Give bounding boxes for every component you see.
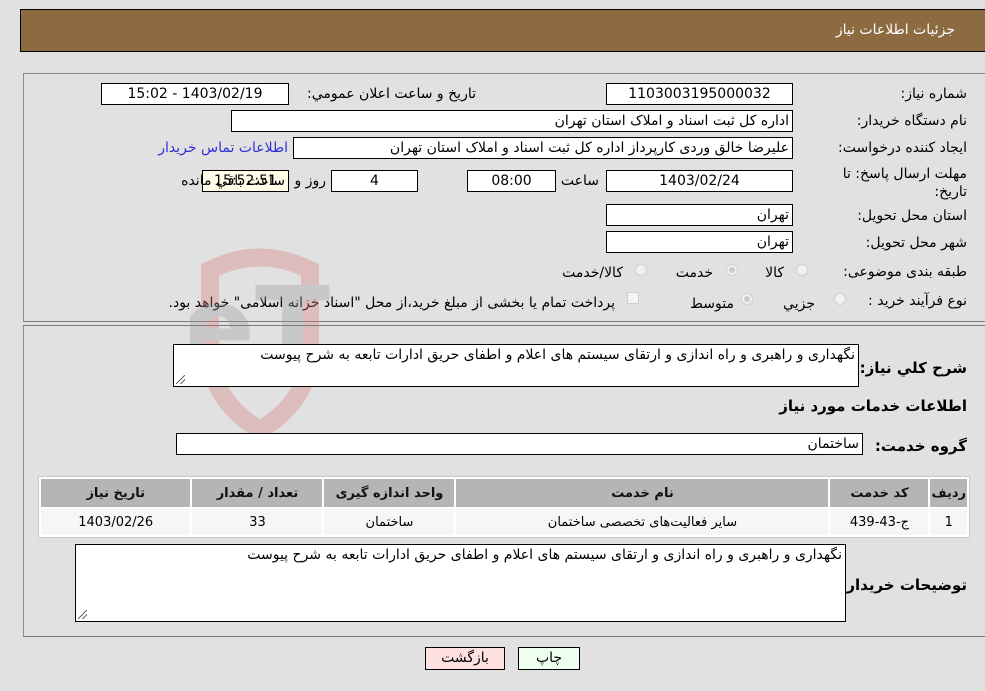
col-header-quantity: تعداد / مقدار	[192, 479, 323, 507]
need-number-field[interactable]: 1103003195000032	[606, 83, 793, 105]
remaining-label: ساعت باقي مانده	[181, 173, 285, 189]
services-table: ردیف کد خدمت نام خدمت واحد اندازه گیری ت…	[38, 476, 970, 538]
col-header-service-name: نام خدمت	[456, 479, 829, 507]
col-header-row-number: ردیف	[930, 479, 967, 507]
buyer-org-label: نام دستگاه خریدار:	[856, 113, 967, 129]
deadline-label: مهلت ارسال پاسخ: تا تاریخ:	[842, 166, 967, 200]
creator-field[interactable]: علیرضا خالق وردی کارپرداز اداره کل ثبت ا…	[293, 137, 793, 159]
print-button[interactable]: چاپ	[518, 647, 580, 670]
category-radio-goods[interactable]	[796, 264, 808, 276]
col-header-unit: واحد اندازه گیری	[324, 479, 455, 507]
services-heading: اطلاعات خدمات مورد نیاز	[779, 397, 967, 415]
city-field[interactable]: تهران	[606, 231, 793, 253]
page-title: جزئیات اطلاعات نیاز	[835, 22, 955, 38]
table-row: 1 ج-43-439 سایر فعالیت‌های تخصصی ساختمان…	[41, 509, 967, 535]
cell-need-date: 1403/02/26	[41, 509, 191, 535]
days-label: روز و	[294, 173, 327, 189]
deadline-time-field[interactable]: 08:00	[467, 170, 556, 192]
page-header: جزئیات اطلاعات نیاز	[20, 9, 985, 52]
province-field[interactable]: تهران	[606, 204, 793, 226]
buyer-notes-textarea[interactable]: نگهداری و راهبری و راه اندازی و ارتقای س…	[75, 544, 846, 622]
service-group-label: گروه خدمت:	[874, 437, 967, 455]
cell-quantity: 33	[192, 509, 323, 535]
creator-label: ایجاد کننده درخواست:	[838, 140, 967, 156]
col-header-service-code: کد خدمت	[830, 479, 929, 507]
category-label: طبقه بندی موضوعی:	[843, 264, 967, 280]
treasury-note: پرداخت تمام یا بخشی از مبلغ خرید،از محل …	[168, 295, 615, 311]
category-radio-goods-service[interactable]	[635, 264, 647, 276]
summary-label: شرح کلي نیاز:	[859, 359, 967, 377]
category-option-goods: کالا	[765, 265, 784, 281]
category-radio-service[interactable]	[726, 264, 738, 276]
table-header-row: ردیف کد خدمت نام خدمت واحد اندازه گیری ت…	[41, 479, 967, 507]
city-label: شهر محل تحویل:	[865, 235, 967, 251]
days-remaining-field[interactable]: 4	[331, 170, 418, 192]
category-option-goods-service: کالا/خدمت	[562, 265, 623, 281]
deadline-time-label: ساعت	[560, 173, 599, 189]
summary-textarea[interactable]: نگهداری و راهبری و راه اندازی و ارتقای س…	[173, 344, 859, 387]
treasury-checkbox[interactable]	[627, 292, 639, 304]
summary-text: نگهداری و راهبری و راه اندازی و ارتقای س…	[260, 347, 855, 363]
resize-grip-icon[interactable]	[176, 375, 185, 384]
province-label: استان محل تحویل:	[857, 208, 967, 224]
cell-row-number: 1	[930, 509, 967, 535]
service-group-field[interactable]: ساختمان	[176, 433, 863, 455]
buyer-notes-text: نگهداری و راهبری و راه اندازی و ارتقای س…	[247, 547, 842, 563]
process-radio-minor[interactable]	[834, 293, 846, 305]
col-header-need-date: تاریخ نیاز	[41, 479, 191, 507]
cell-service-code: ج-43-439	[830, 509, 929, 535]
cell-service-name: سایر فعالیت‌های تخصصی ساختمان	[456, 509, 829, 535]
announce-field[interactable]: 1403/02/19 - 15:02	[101, 83, 289, 105]
back-button[interactable]: بازگشت	[425, 647, 505, 670]
process-radio-medium[interactable]	[741, 293, 753, 305]
deadline-date-field[interactable]: 1403/02/24	[606, 170, 793, 192]
need-number-label: شماره نیاز:	[900, 86, 968, 102]
buyer-org-field[interactable]: اداره کل ثبت اسناد و املاک استان تهران	[231, 110, 793, 132]
buyer-notes-label: توضیحات خریدار:	[840, 576, 967, 594]
buyer-contact-link[interactable]: اطلاعات تماس خریدار	[158, 140, 288, 156]
category-option-service: خدمت	[675, 265, 713, 281]
cell-unit: ساختمان	[324, 509, 455, 535]
process-option-minor: جزيي	[783, 296, 815, 312]
announce-label: تاریخ و ساعت اعلان عمومي:	[307, 86, 476, 102]
process-label: نوع فرآیند خرید :	[868, 293, 967, 309]
process-option-medium: متوسط	[690, 296, 734, 312]
resize-grip-icon[interactable]	[78, 610, 87, 619]
